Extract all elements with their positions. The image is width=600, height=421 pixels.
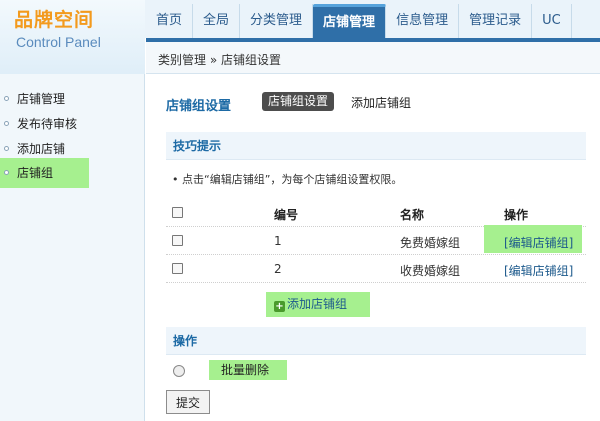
table-header: 编号 名称 操作 [166,199,586,227]
operations-header: 操作 [166,327,586,355]
nav-category[interactable]: 分类管理 [240,4,314,38]
sidebar-item-label: 发布待审核 [17,117,78,131]
row-name: 免费婚嫁组 [400,236,461,250]
logo: 品牌空间 Control Panel [0,0,145,74]
sidebar: 店铺管理 发布待审核 添加店铺 店铺组 [0,74,145,421]
row-checkbox[interactable] [172,263,183,274]
sidebar-item-label: 店铺组 [17,166,54,180]
batch-delete-radio[interactable] [173,365,185,377]
sidebar-item-pending-review[interactable]: 发布待审核 [0,114,77,134]
sidebar-item-shop-management[interactable]: 店铺管理 [0,89,65,109]
nav-shop-management[interactable]: 店铺管理 [313,4,387,38]
tip-content: 点击“编辑店铺组”，为每个店铺组设置权限。 [182,173,403,186]
select-all-checkbox[interactable] [172,207,183,218]
row-id: 2 [274,262,282,276]
batch-delete-label[interactable]: 批量删除 [209,360,287,380]
plus-icon: + [274,301,285,312]
nav-info[interactable]: 信息管理 [386,4,460,38]
top-nav: 首页 全局 分类管理 店铺管理 信息管理 管理记录 UC [146,4,572,38]
logo-subtitle: Control Panel [16,34,101,50]
add-shop-group-button[interactable]: + 添加店铺组 [266,292,370,317]
row-checkbox[interactable] [172,235,183,246]
bullet-icon [4,146,9,151]
nav-home[interactable]: 首页 [146,4,194,38]
tab-add-shop-group[interactable]: 添加店铺组 [351,94,411,111]
table-row: 2 收费婚嫁组 [编辑店铺组] [166,255,586,283]
breadcrumb: 类别管理 » 店铺组设置 [158,53,281,67]
bullet-icon [4,170,9,175]
sidebar-item-label: 店铺管理 [17,92,66,106]
column-header-name: 名称 [400,208,425,222]
column-header-id: 编号 [274,208,299,222]
submit-button[interactable]: 提交 [166,390,210,414]
edit-shop-group-link[interactable]: [编辑店铺组] [504,262,573,279]
row-id: 1 [274,234,282,248]
logo-title: 品牌空间 [14,9,95,31]
page-title: 店铺组设置 [166,99,232,114]
nav-uc[interactable]: UC [532,4,572,38]
add-shop-group-label: 添加店铺组 [287,297,348,311]
row-name: 收费婚嫁组 [400,264,461,278]
sidebar-item-add-shop[interactable]: 添加店铺 [0,139,65,159]
main-content: 店铺组设置 店铺组设置 添加店铺组 技巧提示 • 点击“编辑店铺组”，为每个店铺… [146,75,600,421]
bullet-icon [4,96,9,101]
sidebar-item-label: 添加店铺 [17,142,66,156]
table-row: 1 免费婚嫁组 [编辑店铺组] [166,225,586,255]
nav-logs[interactable]: 管理记录 [459,4,533,38]
bullet-icon [4,121,9,126]
tab-shop-group-settings[interactable]: 店铺组设置 [262,92,335,111]
breadcrumb-bar: 类别管理 » 店铺组设置 [146,42,600,74]
tip-text: • 点击“编辑店铺组”，为每个店铺组设置权限。 [172,173,403,186]
column-header-operation: 操作 [504,208,529,222]
nav-global[interactable]: 全局 [193,4,241,38]
tips-header: 技巧提示 [166,132,586,160]
edit-shop-group-link[interactable]: [编辑店铺组] [504,234,573,251]
sidebar-item-shop-group[interactable]: 店铺组 [0,158,89,188]
